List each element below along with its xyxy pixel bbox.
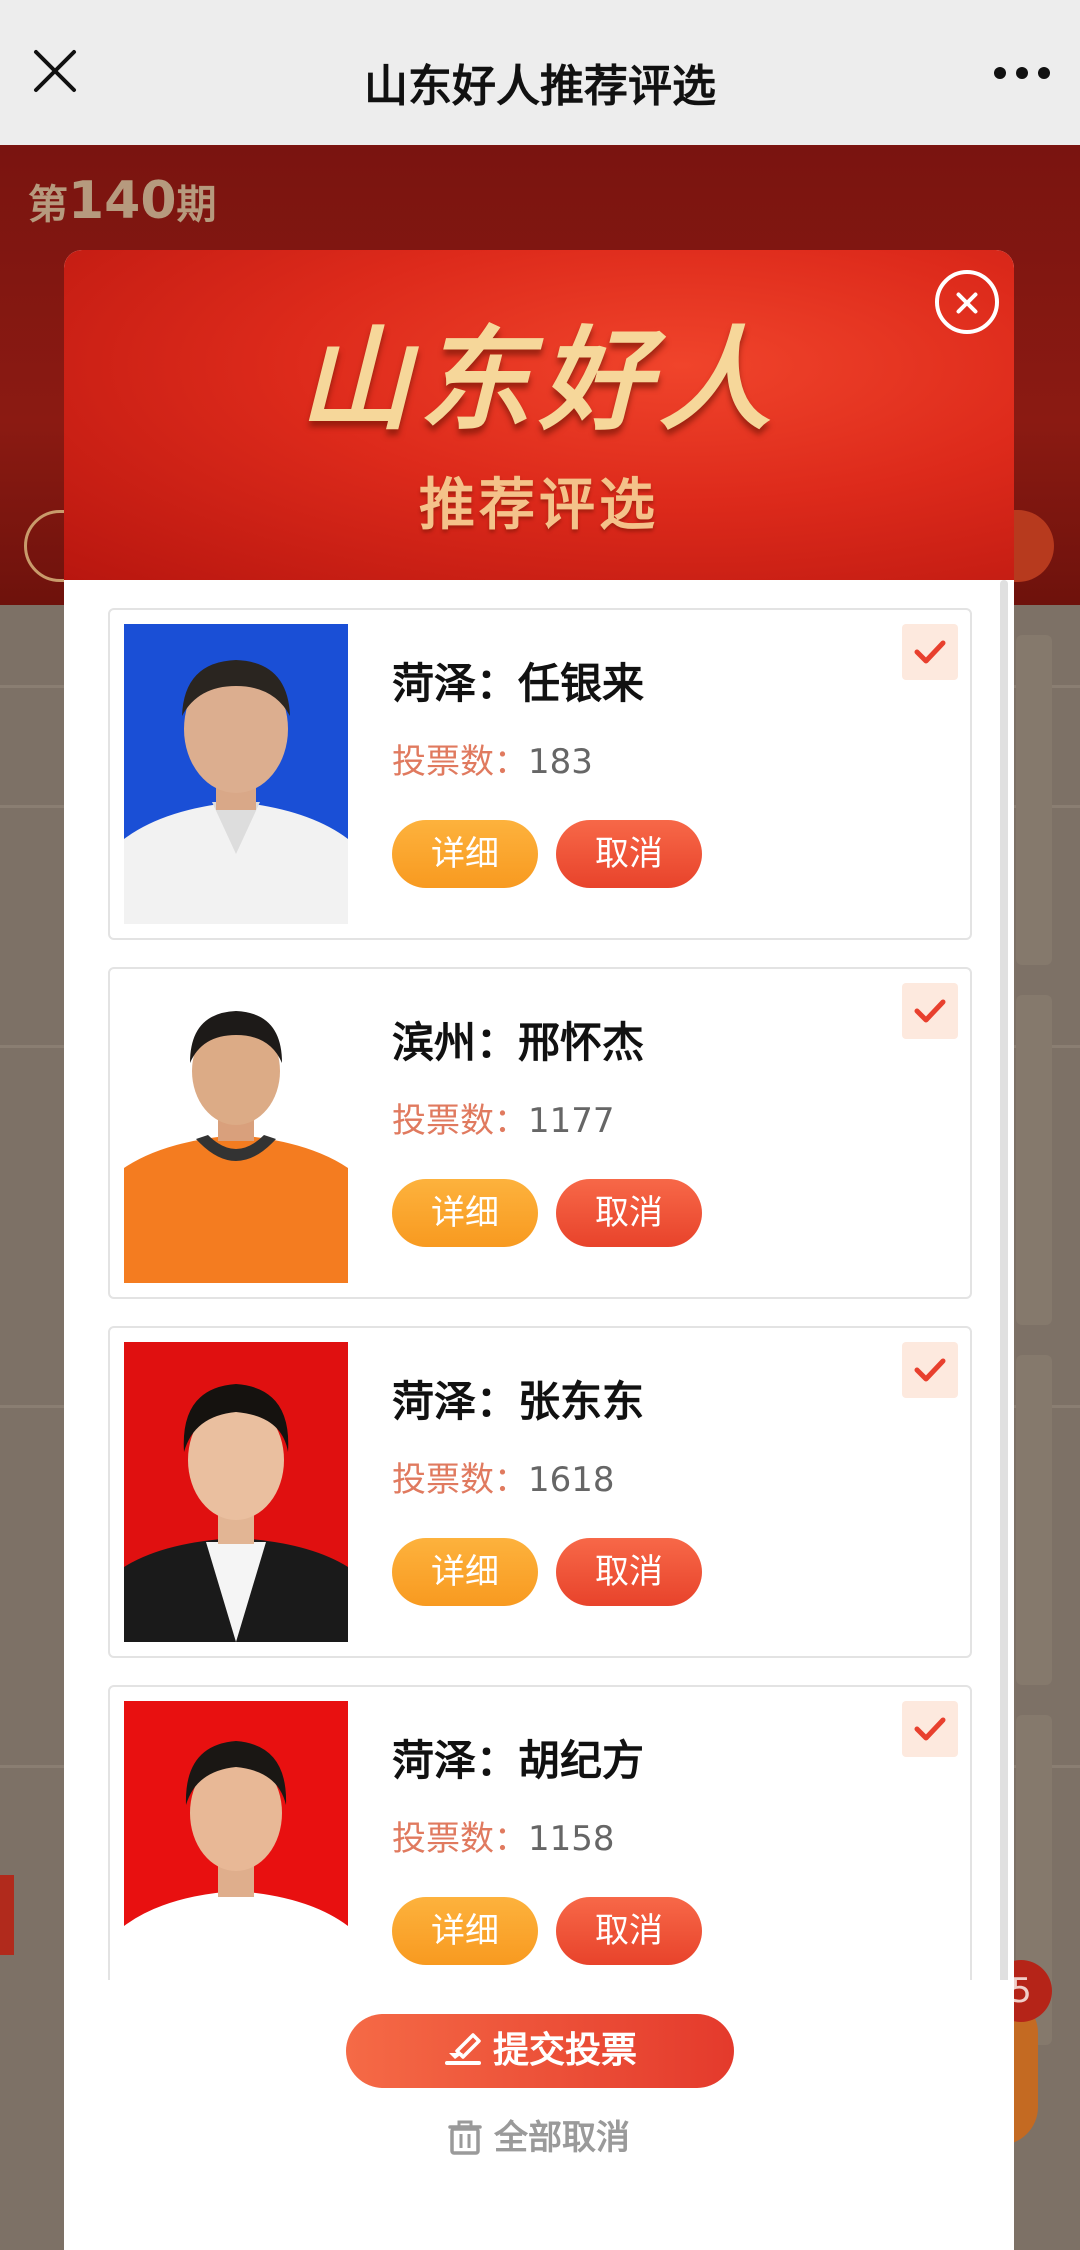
checkmark-icon[interactable] xyxy=(902,983,958,1039)
background-red-tab xyxy=(0,1875,14,1955)
submit-vote-label: 提交投票 xyxy=(492,2030,637,2071)
detail-button[interactable]: 详细 xyxy=(392,1897,538,1965)
scrollbar[interactable] xyxy=(1000,580,1008,2000)
candidate-photo xyxy=(124,1342,348,1642)
vote-count: 投票数：1177 xyxy=(392,1101,615,1141)
cancel-button[interactable]: 取消 xyxy=(556,1179,702,1247)
modal-header-subtitle: 推荐评选 xyxy=(419,473,659,538)
vote-count: 投票数：1618 xyxy=(392,1460,615,1500)
modal-header: 山东好人 推荐评选 xyxy=(64,250,1014,580)
cancel-button[interactable]: 取消 xyxy=(556,1538,702,1606)
candidate-photo xyxy=(124,1701,348,2001)
vote-count: 投票数：1158 xyxy=(392,1819,615,1859)
cancel-all-button[interactable]: 全部取消 xyxy=(64,2110,1014,2159)
top-nav-bar: 山东好人推荐评选 xyxy=(0,0,1080,145)
cancel-button[interactable]: 取消 xyxy=(556,820,702,888)
candidate-name: 菏泽：胡纪方 xyxy=(392,1736,645,1785)
vote-modal: 山东好人 推荐评选 菏泽：任银来 投票数：183 详细 取消 滨州：邢怀杰 投票… xyxy=(64,250,1014,2250)
checkmark-icon[interactable] xyxy=(902,624,958,680)
detail-button[interactable]: 详细 xyxy=(392,1179,538,1247)
detail-button[interactable]: 详细 xyxy=(392,1538,538,1606)
checkmark-icon[interactable] xyxy=(902,1701,958,1757)
trash-icon xyxy=(448,2120,482,2155)
candidate-card: 菏泽：胡纪方 投票数：1158 详细 取消 xyxy=(108,1685,972,2017)
candidate-photo xyxy=(124,624,348,924)
candidate-list[interactable]: 菏泽：任银来 投票数：183 详细 取消 滨州：邢怀杰 投票数：1177 详细 … xyxy=(64,580,1014,2225)
candidate-name: 菏泽：任银来 xyxy=(392,659,645,708)
candidate-photo xyxy=(124,983,348,1283)
modal-header-title: 山东好人 xyxy=(299,315,779,446)
candidate-card: 滨州：邢怀杰 投票数：1177 详细 取消 xyxy=(108,967,972,1299)
vote-count: 投票数：183 xyxy=(392,742,593,782)
modal-footer: 提交投票 全部取消 xyxy=(64,1980,1014,2250)
background-card xyxy=(1016,635,1052,965)
modal-close-button[interactable] xyxy=(935,270,999,334)
page-title: 山东好人推荐评选 xyxy=(364,61,716,112)
candidate-card: 菏泽：张东东 投票数：1618 详细 取消 xyxy=(108,1326,972,1658)
cancel-all-label: 全部取消 xyxy=(494,2118,630,2158)
vote-icon xyxy=(444,2033,481,2065)
candidate-card: 菏泽：任银来 投票数：183 详细 取消 xyxy=(108,608,972,940)
background-card xyxy=(1016,995,1052,1325)
more-options-icon[interactable] xyxy=(992,64,1052,82)
issue-label: 第140期 xyxy=(28,171,217,231)
checkmark-icon[interactable] xyxy=(902,1342,958,1398)
submit-vote-button[interactable]: 提交投票 xyxy=(346,2014,734,2088)
background-card xyxy=(1016,1355,1052,1685)
candidate-name: 滨州：邢怀杰 xyxy=(392,1018,645,1067)
cancel-button[interactable]: 取消 xyxy=(556,1897,702,1965)
detail-button[interactable]: 详细 xyxy=(392,820,538,888)
candidate-name: 菏泽：张东东 xyxy=(392,1377,645,1426)
